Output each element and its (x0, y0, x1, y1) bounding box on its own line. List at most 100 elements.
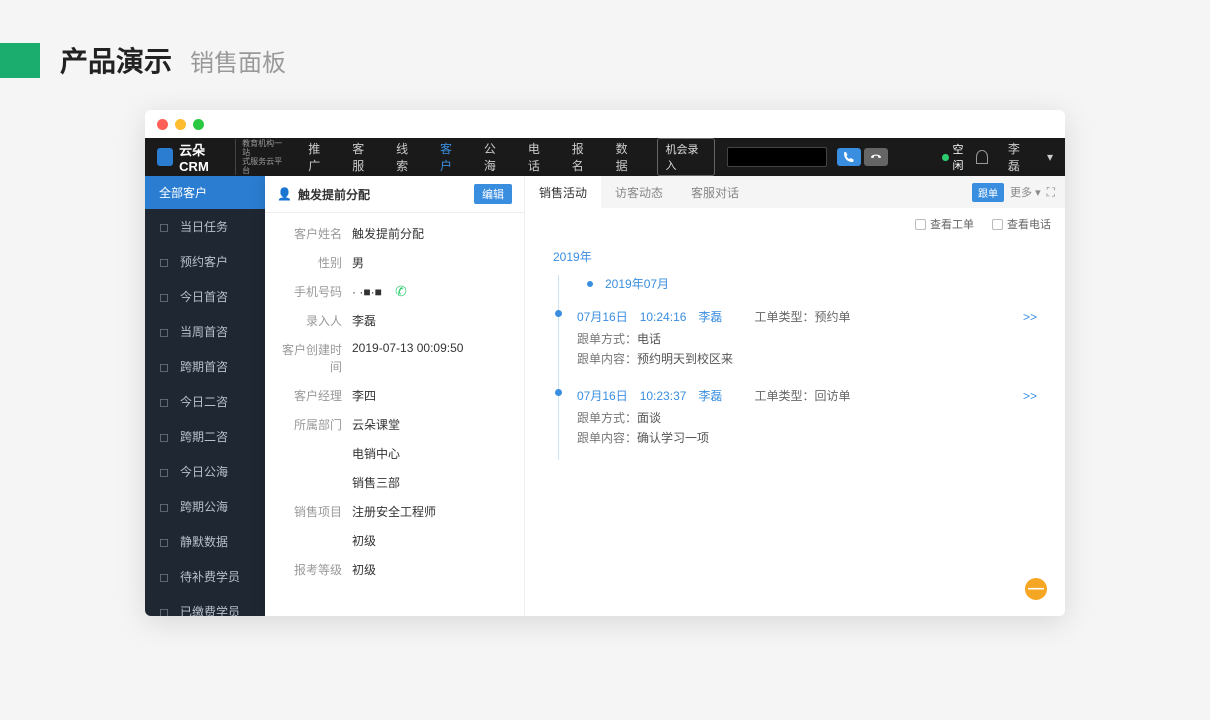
current-user[interactable]: 李磊 (1008, 140, 1027, 174)
tl-user: 李磊 (698, 308, 722, 325)
sidebar-icon: ◻ (159, 255, 172, 268)
customer-info: 👤 触发提前分配 编辑 客户姓名触发提前分配性别男手机号码· ·■·■ ✆录入人… (265, 176, 525, 616)
sidebar-item-4[interactable]: ◻跨期首咨 (145, 349, 265, 384)
info-row: 电销中心 (265, 439, 524, 468)
nav-item-6[interactable]: 报名 (563, 140, 603, 174)
info-label: 所属部门 (277, 416, 352, 433)
filter-phone[interactable]: 查看电话 (992, 216, 1051, 232)
info-label: 手机号码 (277, 283, 352, 300)
filter-workorder[interactable]: 查看工单 (915, 216, 974, 232)
sidebar-item-6[interactable]: ◻跨期二咨 (145, 419, 265, 454)
sidebar-icon: ◻ (159, 570, 172, 583)
timeline-item: 07月16日10:24:16李磊工单类型：预约单>>跟单方式：电话跟单内容：预约… (577, 302, 1045, 381)
info-value: · ·■·■ ✆ (352, 283, 512, 300)
sidebar-icon: ◻ (159, 430, 172, 443)
info-value: 李四 (352, 387, 512, 404)
activity-panel: 销售活动访客动态客服对话 跟单 更多 ▾ ⛶ 查看工单 查看电话 2019年 (525, 176, 1065, 616)
bell-icon[interactable] (976, 150, 988, 164)
page-subtitle: 销售面板 (190, 43, 286, 78)
close-dot[interactable] (157, 119, 168, 130)
top-nav: 云朵CRM 教育机构一站式服务云平台 推广客服线索客户公海电话报名数据 机会录入… (145, 138, 1065, 176)
sidebar-item-9[interactable]: ◻静默数据 (145, 524, 265, 559)
activity-tab-0[interactable]: 销售活动 (525, 176, 601, 208)
info-row: 性别男 (265, 248, 524, 277)
timeline-year: 2019年 (553, 248, 1045, 265)
logo-text: 云朵CRM (179, 140, 229, 174)
hangup-button[interactable] (864, 148, 888, 166)
edit-button[interactable]: 编辑 (474, 184, 512, 204)
nav-item-5[interactable]: 电话 (519, 140, 559, 174)
app-window: 云朵CRM 教育机构一站式服务云平台 推广客服线索客户公海电话报名数据 机会录入… (145, 110, 1065, 616)
phone-icon[interactable]: ✆ (395, 283, 407, 299)
tl-date: 07月16日 (577, 387, 628, 404)
sidebar-icon: ◻ (159, 220, 172, 233)
accent-block (0, 43, 40, 78)
tl-user: 李磊 (698, 387, 722, 404)
info-value: 销售三部 (352, 474, 512, 491)
activity-tab-2[interactable]: 客服对话 (677, 176, 753, 208)
sidebar-item-11[interactable]: ◻已缴费学员 (145, 594, 265, 616)
minimize-dot[interactable] (175, 119, 186, 130)
nav-item-3[interactable]: 客户 (431, 140, 471, 174)
info-value: 2019-07-13 00:09:50 (352, 341, 512, 375)
info-row: 报考等级初级 (265, 555, 524, 584)
tl-expand[interactable]: >> (1023, 389, 1045, 403)
mac-titlebar (145, 110, 1065, 138)
opportunity-button[interactable]: 机会录入 (657, 138, 715, 176)
nav-item-0[interactable]: 推广 (299, 140, 339, 174)
sidebar-icon: ◻ (159, 325, 172, 338)
sidebar-icon: ◻ (159, 290, 172, 303)
fab-button[interactable]: — (1025, 578, 1047, 600)
timeline: 2019年 2019年07月 07月16日10:24:16李磊工单类型：预约单>… (525, 240, 1065, 464)
maximize-dot[interactable] (193, 119, 204, 130)
tl-date: 07月16日 (577, 308, 628, 325)
page-title: 产品演示 (60, 40, 172, 80)
info-row: 所属部门云朵课堂 (265, 410, 524, 439)
info-value: 李磊 (352, 312, 512, 329)
info-label: 报考等级 (277, 561, 352, 578)
tl-time: 10:23:37 (640, 389, 687, 403)
sidebar-item-8[interactable]: ◻跨期公海 (145, 489, 265, 524)
info-label: 客户姓名 (277, 225, 352, 242)
sidebar-header[interactable]: 全部客户 (145, 176, 265, 209)
detail-panel: 👤 触发提前分配 编辑 客户姓名触发提前分配性别男手机号码· ·■·■ ✆录入人… (485, 176, 1065, 616)
nav-item-7[interactable]: 数据 (607, 140, 647, 174)
tl-time: 10:24:16 (640, 310, 687, 324)
info-label: 客户创建时间 (277, 341, 352, 375)
logo[interactable]: 云朵CRM 教育机构一站式服务云平台 (157, 139, 285, 175)
search-input[interactable] (727, 147, 828, 167)
sidebar-item-2[interactable]: ◻今日首咨 (145, 279, 265, 314)
nav-item-1[interactable]: 客服 (343, 140, 383, 174)
info-row: 客户创建时间2019-07-13 00:09:50 (265, 335, 524, 381)
chevron-down-icon[interactable]: ▾ (1047, 150, 1053, 164)
sidebar-item-10[interactable]: ◻待补费学员 (145, 559, 265, 594)
sidebar-item-5[interactable]: ◻今日二咨 (145, 384, 265, 419)
info-label (277, 474, 352, 491)
info-value: 触发提前分配 (352, 225, 512, 242)
sidebar-item-1[interactable]: ◻预约客户 (145, 244, 265, 279)
activity-tab-1[interactable]: 访客动态 (601, 176, 677, 208)
call-button[interactable] (837, 148, 861, 166)
sidebar-item-7[interactable]: ◻今日公海 (145, 454, 265, 489)
sidebar-item-0[interactable]: ◻当日任务 (145, 209, 265, 244)
sidebar-icon: ◻ (159, 395, 172, 408)
nav-item-2[interactable]: 线索 (387, 140, 427, 174)
info-row: 初级 (265, 526, 524, 555)
sidebar-icon: ◻ (159, 535, 172, 548)
expand-icon[interactable]: ⛶ (1047, 185, 1055, 200)
status-dot-icon (942, 154, 948, 161)
info-label (277, 445, 352, 462)
logo-icon (157, 148, 173, 166)
sidebar-item-3[interactable]: ◻当周首咨 (145, 314, 265, 349)
info-row: 客户姓名触发提前分配 (265, 219, 524, 248)
status-text: 空闲 (953, 141, 973, 173)
follow-chip[interactable]: 跟单 (972, 183, 1004, 202)
tl-expand[interactable]: >> (1023, 310, 1045, 324)
detail-title: 触发提前分配 (298, 186, 370, 203)
more-dropdown[interactable]: 更多 ▾ (1010, 184, 1041, 200)
info-value: 男 (352, 254, 512, 271)
nav-item-4[interactable]: 公海 (475, 140, 515, 174)
info-row: 客户经理李四 (265, 381, 524, 410)
sidebar: 全部客户 ◻当日任务◻预约客户◻今日首咨◻当周首咨◻跨期首咨◻今日二咨◻跨期二咨… (145, 176, 265, 616)
page-header: 产品演示 销售面板 (0, 0, 1210, 110)
